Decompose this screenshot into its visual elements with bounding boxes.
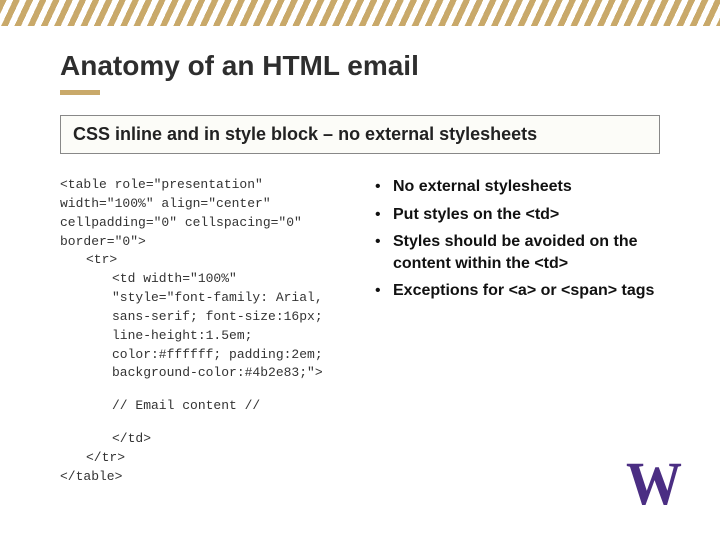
code-line: </tr> (60, 449, 345, 468)
code-sample: <table role="presentation" width="100%" … (60, 176, 345, 487)
subtitle-box: CSS inline and in style block – no exter… (60, 115, 660, 154)
code-line: <tr> (60, 251, 345, 270)
code-line: <td width="100%" "style="font-family: Ar… (60, 270, 345, 383)
slide-title: Anatomy of an HTML email (60, 50, 660, 82)
title-underline (60, 90, 100, 95)
two-column-layout: <table role="presentation" width="100%" … (60, 176, 660, 487)
bullet-item: Exceptions for <a> or <span> tags (375, 280, 660, 302)
slide-content: Anatomy of an HTML email CSS inline and … (0, 26, 720, 487)
decorative-stripe-top (0, 0, 720, 26)
code-line: </table> (60, 468, 345, 487)
bullet-item: Styles should be avoided on the content … (375, 231, 660, 274)
code-line: </td> (60, 430, 345, 449)
uw-logo: W (626, 449, 674, 519)
code-comment: // Email content // (60, 397, 345, 416)
bullet-list: No external stylesheets Put styles on th… (375, 176, 660, 487)
code-line: <table role="presentation" width="100%" … (60, 176, 345, 251)
bullet-item: Put styles on the <td> (375, 204, 660, 226)
bullet-item: No external stylesheets (375, 176, 660, 198)
